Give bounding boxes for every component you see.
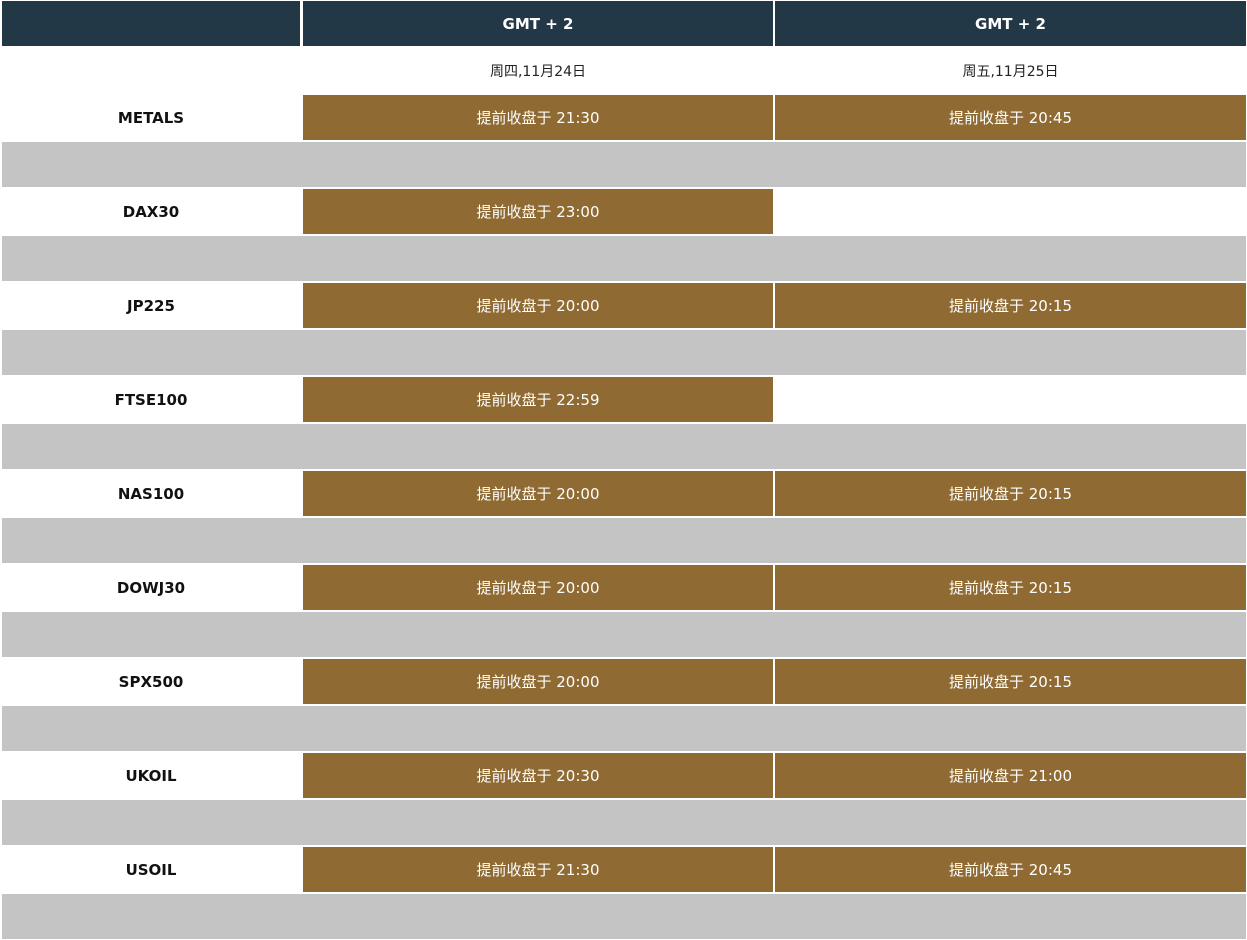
instrument-name: UKOIL	[125, 766, 177, 785]
date-row-blank	[2, 47, 300, 94]
instrument-row: METALS 提前收盘于 21:30 提前收盘于 20:45	[0, 94, 1247, 141]
instrument-name: JP225	[127, 296, 175, 315]
header-instrument-cell	[2, 1, 300, 46]
instrument-name: USOIL	[125, 860, 177, 879]
instrument-row: NAS100 提前收盘于 20:00 提前收盘于 20:15	[0, 470, 1247, 517]
spacer-row	[2, 612, 1246, 657]
closing-time-day2: 提前收盘于 20:15	[775, 471, 1246, 516]
spacer-row	[2, 330, 1246, 375]
schedule-table: GMT + 2 GMT + 2 周四,11月24日 周五,11月25日 META…	[0, 0, 1247, 940]
closing-time-day1: 提前收盘于 20:30	[303, 753, 773, 798]
spacer-row	[2, 800, 1246, 845]
spacer-row	[2, 894, 1246, 939]
instrument-row: JP225 提前收盘于 20:00 提前收盘于 20:15	[0, 282, 1247, 329]
instrument-name: SPX500	[118, 672, 184, 691]
closing-time-day1: 提前收盘于 20:00	[303, 659, 773, 704]
closing-time-day1: 提前收盘于 20:00	[303, 565, 773, 610]
date-day2: 周五,11月25日	[962, 63, 1059, 80]
header-timezone-day2: GMT + 2	[775, 1, 1246, 46]
instrument-row: DAX30 提前收盘于 23:00	[0, 188, 1247, 235]
spacer-row	[2, 236, 1246, 281]
spacer-row	[2, 142, 1246, 187]
spacer-row	[2, 424, 1246, 469]
closing-time-day1: 提前收盘于 21:30	[303, 847, 773, 892]
instrument-name: NAS100	[117, 484, 185, 503]
closing-time-day2: 提前收盘于 20:45	[775, 95, 1246, 140]
instrument-row: SPX500 提前收盘于 20:00 提前收盘于 20:15	[0, 658, 1247, 705]
instrument-row: USOIL 提前收盘于 21:30 提前收盘于 20:45	[0, 846, 1247, 893]
closing-time-day1: 提前收盘于 22:59	[303, 377, 773, 422]
spacer-row	[2, 706, 1246, 751]
closing-time-day1: 提前收盘于 23:00	[303, 189, 773, 234]
instrument-row: DOWJ30 提前收盘于 20:00 提前收盘于 20:15	[0, 564, 1247, 611]
closing-time-day2: 提前收盘于 20:15	[775, 659, 1246, 704]
instrument-name: DOWJ30	[116, 578, 186, 597]
closing-time-day1: 提前收盘于 21:30	[303, 95, 773, 140]
closing-time-day1: 提前收盘于 20:00	[303, 471, 773, 516]
date-day1: 周四,11月24日	[489, 63, 587, 80]
date-row: 周四,11月24日 周五,11月25日	[0, 47, 1247, 94]
instrument-row: FTSE100 提前收盘于 22:59	[0, 376, 1247, 423]
closing-time-day2	[775, 377, 1246, 422]
instrument-name: METALS	[117, 108, 185, 127]
closing-time-day2: 提前收盘于 20:15	[775, 565, 1246, 610]
closing-time-day2	[775, 189, 1246, 234]
instrument-name: FTSE100	[114, 390, 188, 409]
header-row: GMT + 2 GMT + 2	[0, 1, 1247, 48]
spacer-row	[2, 518, 1246, 563]
closing-time-day2: 提前收盘于 20:45	[775, 847, 1246, 892]
closing-time-day2: 提前收盘于 20:15	[775, 283, 1246, 328]
instrument-row: UKOIL 提前收盘于 20:30 提前收盘于 21:00	[0, 752, 1247, 799]
instrument-name: DAX30	[122, 202, 180, 221]
closing-time-day2: 提前收盘于 21:00	[775, 753, 1246, 798]
closing-time-day1: 提前收盘于 20:00	[303, 283, 773, 328]
header-timezone-day1: GMT + 2	[303, 1, 773, 46]
